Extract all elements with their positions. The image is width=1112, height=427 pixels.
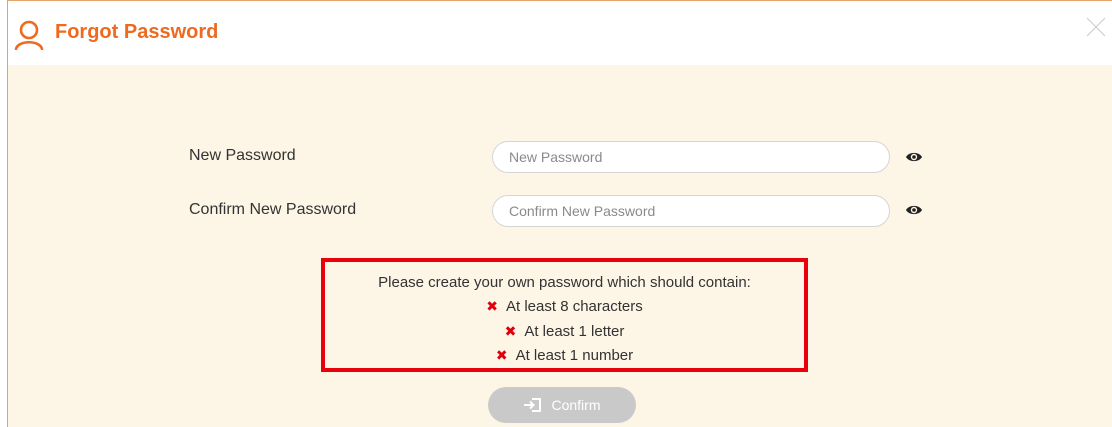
eye-icon[interactable] — [905, 150, 923, 162]
new-password-label: New Password — [189, 147, 296, 164]
user-icon — [13, 20, 45, 51]
confirm-password-input[interactable] — [492, 195, 890, 227]
cross-icon: ✖ — [504, 323, 517, 339]
new-password-input[interactable] — [492, 141, 890, 173]
cross-icon: ✖ — [495, 347, 508, 363]
requirement-text: At least 1 number — [515, 347, 634, 364]
password-requirements: Please create your own password which sh… — [321, 258, 808, 372]
confirm-password-label: Confirm New Password — [189, 201, 357, 218]
confirm-button[interactable]: Confirm — [488, 387, 636, 423]
requirement-item: ✖ At least 1 letter — [325, 322, 804, 341]
close-icon[interactable] — [1084, 15, 1108, 39]
requirement-text: At least 8 characters — [506, 298, 643, 315]
confirm-button-label: Confirm — [551, 397, 601, 413]
cross-icon: ✖ — [486, 298, 498, 314]
dialog-title: Forgot Password — [55, 21, 219, 43]
requirement-item: ✖ At least 1 number — [325, 346, 804, 365]
dialog-header: Forgot Password — [8, 1, 1112, 65]
forgot-password-dialog: Forgot Password New Password Confirm New… — [7, 0, 1112, 427]
sign-in-icon — [523, 397, 543, 413]
requirement-text: At least 1 letter — [524, 323, 625, 340]
eye-icon[interactable] — [905, 203, 923, 215]
requirements-intro: Please create your own password which sh… — [378, 274, 751, 291]
requirement-item: ✖ At least 8 characters — [325, 297, 804, 316]
